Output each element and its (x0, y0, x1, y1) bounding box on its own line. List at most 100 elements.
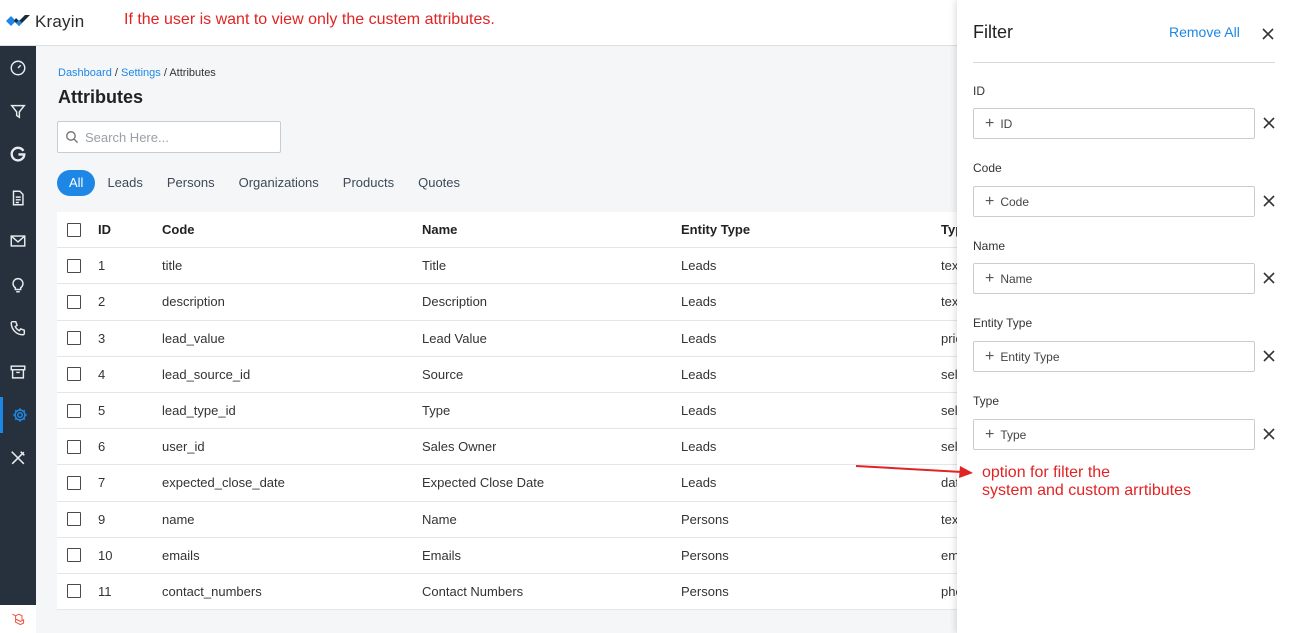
filter-label-type: Type (973, 394, 1000, 408)
laravel-icon (12, 613, 25, 626)
krayin-logo[interactable]: Krayin (5, 12, 84, 32)
sidebar-item-google[interactable] (0, 136, 36, 172)
cell-code: contact_numbers (162, 583, 262, 599)
row-checkbox[interactable] (67, 512, 81, 527)
header-name[interactable]: Name (422, 212, 457, 247)
cell-name: Source (422, 366, 464, 382)
clear-filter-code-icon[interactable] (1262, 194, 1276, 208)
phone-icon (10, 320, 26, 336)
cell-name: Type (422, 403, 451, 419)
cell-entity-type: Leads (681, 330, 717, 346)
cell-entity-type: Leads (681, 258, 717, 274)
cell-code: title (162, 258, 183, 274)
filter-add-name-button[interactable]: + Name (973, 263, 1255, 294)
table-row[interactable]: 1 title Title Leads tex (57, 248, 957, 285)
select-all-checkbox[interactable] (67, 222, 81, 237)
sidebar-item-settings[interactable] (0, 397, 36, 433)
cell-name: Name (422, 511, 457, 527)
tab-persons[interactable]: Persons (155, 170, 227, 196)
cell-entity-type: Leads (681, 475, 717, 491)
cell-name: Sales Owner (422, 439, 497, 455)
cell-name: Contact Numbers (422, 583, 524, 599)
cell-type: tex (941, 258, 957, 274)
krayin-logo-icon (6, 15, 30, 26)
table-row[interactable]: 3 lead_value Lead Value Leads pric (57, 321, 957, 357)
filter-add-entity-type-button[interactable]: + Entity Type (973, 341, 1255, 372)
filter-add-code-button[interactable]: + Code (973, 186, 1255, 217)
cell-entity-type: Persons (681, 511, 729, 527)
header-id[interactable]: ID (98, 212, 111, 247)
clear-filter-id-icon[interactable] (1262, 116, 1276, 130)
row-checkbox[interactable] (67, 367, 81, 382)
table-row[interactable]: 2 description Description Leads tex (57, 284, 957, 321)
breadcrumb-separator: / (114, 67, 118, 79)
sidebar-item-leads[interactable] (0, 93, 36, 129)
header-code[interactable]: Code (162, 212, 195, 247)
select-all-cell (67, 212, 81, 247)
row-checkbox[interactable] (67, 548, 81, 563)
filter-button-label: Code (1000, 194, 1030, 209)
row-checkbox[interactable] (67, 475, 81, 490)
sidebar-item-dashboard[interactable] (0, 50, 36, 86)
table-row[interactable]: 5 lead_type_id Type Leads sel (57, 393, 957, 430)
table-row[interactable]: 9 name Name Persons tex (57, 502, 957, 538)
filter-add-id-button[interactable]: + ID (973, 108, 1255, 139)
table-row[interactable]: 6 user_id Sales Owner Leads sel (57, 429, 957, 466)
filter-panel: Filter Remove All ID + ID Code + Code Name + Nam… (957, 0, 1292, 633)
tab-organizations[interactable]: Organizations (227, 170, 331, 196)
clear-filter-type-icon[interactable] (1262, 427, 1276, 441)
cell-entity-type: Leads (681, 366, 717, 382)
attributes-table: ID Code Name Entity Type Typ 1 title Title… (57, 212, 957, 611)
tab-leads[interactable]: Leads (95, 170, 154, 196)
cell-entity-type: Persons (681, 583, 729, 599)
row-checkbox-cell (67, 574, 81, 609)
table-row[interactable]: 7 expected_close_date Expected Close Date L… (57, 465, 957, 502)
sidebar-item-mail[interactable] (0, 223, 36, 259)
tab-all[interactable]: All (57, 170, 96, 196)
breadcrumb-settings[interactable]: Settings (121, 67, 161, 79)
row-checkbox[interactable] (67, 403, 81, 418)
table-row[interactable]: 4 lead_source_id Source Leads sel (57, 357, 957, 393)
logo-text: Krayin (35, 12, 85, 31)
sidebar-item-products[interactable] (0, 354, 36, 390)
cell-entity-type: Leads (681, 403, 717, 419)
breadcrumb-dashboard[interactable]: Dashboard (58, 67, 112, 79)
row-checkbox[interactable] (67, 584, 81, 599)
row-checkbox-cell (67, 248, 81, 283)
google-icon (10, 146, 26, 162)
sidebar-item-activities[interactable] (0, 267, 36, 303)
sidebar-item-quotes[interactable] (0, 180, 36, 216)
filter-label-id: ID (973, 84, 985, 98)
clear-filter-name-icon[interactable] (1262, 271, 1276, 285)
remove-all-button[interactable]: Remove All (1169, 24, 1240, 40)
table-row[interactable]: 11 contact_numbers Contact Numbers Persons p… (57, 574, 957, 611)
search-box[interactable] (57, 121, 281, 153)
filter-button-label: Type (1000, 427, 1027, 442)
close-icon[interactable] (1260, 26, 1276, 42)
filter-add-type-button[interactable]: + Type (973, 419, 1255, 450)
row-checkbox[interactable] (67, 258, 81, 273)
row-checkbox[interactable] (67, 331, 81, 346)
tab-products[interactable]: Products (331, 170, 406, 196)
search-input[interactable] (85, 129, 265, 145)
cell-type: tex (941, 294, 957, 310)
cell-type: pho (941, 583, 957, 599)
row-checkbox[interactable] (67, 439, 81, 454)
sidebar-item-configuration[interactable] (0, 440, 36, 476)
cell-code: name (162, 511, 195, 527)
cell-code: lead_type_id (162, 403, 236, 419)
row-checkbox[interactable] (67, 294, 81, 309)
table-row[interactable]: 10 emails Emails Persons em (57, 538, 957, 574)
cell-type: sel (941, 403, 957, 419)
tools-icon (11, 451, 25, 465)
header-entity-type[interactable]: Entity Type (681, 212, 750, 247)
dashboard-gauge-icon (10, 60, 26, 76)
sidebar-item-contacts[interactable] (0, 310, 36, 346)
mail-icon (10, 235, 26, 247)
cell-type: sel (941, 366, 957, 382)
clear-filter-entity-type-icon[interactable] (1262, 349, 1276, 363)
cell-code: lead_source_id (162, 366, 251, 382)
header-type[interactable]: Typ (941, 212, 957, 247)
plus-icon: + (985, 192, 995, 210)
tab-quotes[interactable]: Quotes (406, 170, 472, 196)
